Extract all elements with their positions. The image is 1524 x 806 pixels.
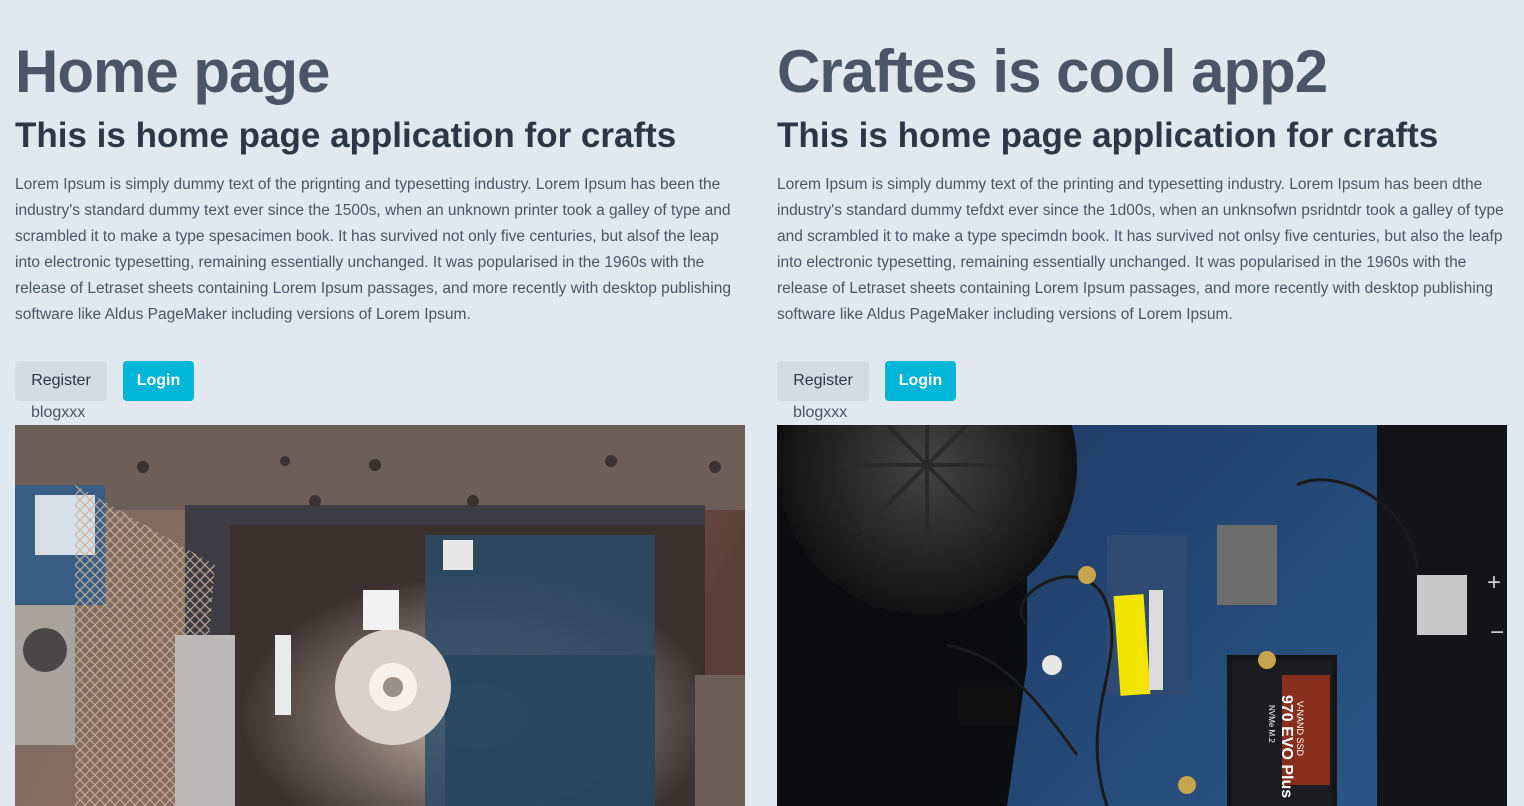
motherboard-image: V-NAND SSD 970 EVO Plus NVMe M.2 + − [777, 425, 1507, 806]
plus-sign-text: + [1487, 569, 1501, 596]
intro-paragraph: Lorem Ipsum is simply dummy text of the … [15, 176, 731, 323]
minus-sign-text: − [1490, 619, 1504, 646]
page-subtitle: This is home page application for crafts [777, 116, 1439, 155]
login-button[interactable]: Login [885, 361, 956, 401]
blog-link[interactable]: blogxxx [793, 403, 847, 423]
ssd-brand-text: V-NAND SSD [1295, 701, 1305, 757]
ssd-model-text: 970 EVO Plus [1278, 695, 1295, 798]
login-button[interactable]: Login [123, 361, 194, 401]
register-button[interactable]: Register [15, 361, 107, 401]
page-subtitle: This is home page application for crafts [15, 116, 677, 155]
hard-drive-photo [15, 425, 745, 806]
register-button[interactable]: Register [777, 361, 869, 401]
blog-link[interactable]: blogxxx [31, 403, 85, 423]
motherboard-photo: V-NAND SSD 970 EVO Plus NVMe M.2 + − [777, 425, 1507, 806]
page-title: Home page [15, 38, 330, 105]
ssd-type-text: NVMe M.2 [1267, 705, 1276, 743]
hard-drive-image [15, 425, 745, 806]
page-title: Craftes is cool app2 [777, 38, 1328, 105]
intro-paragraph: Lorem Ipsum is simply dummy text of the … [777, 176, 1504, 323]
